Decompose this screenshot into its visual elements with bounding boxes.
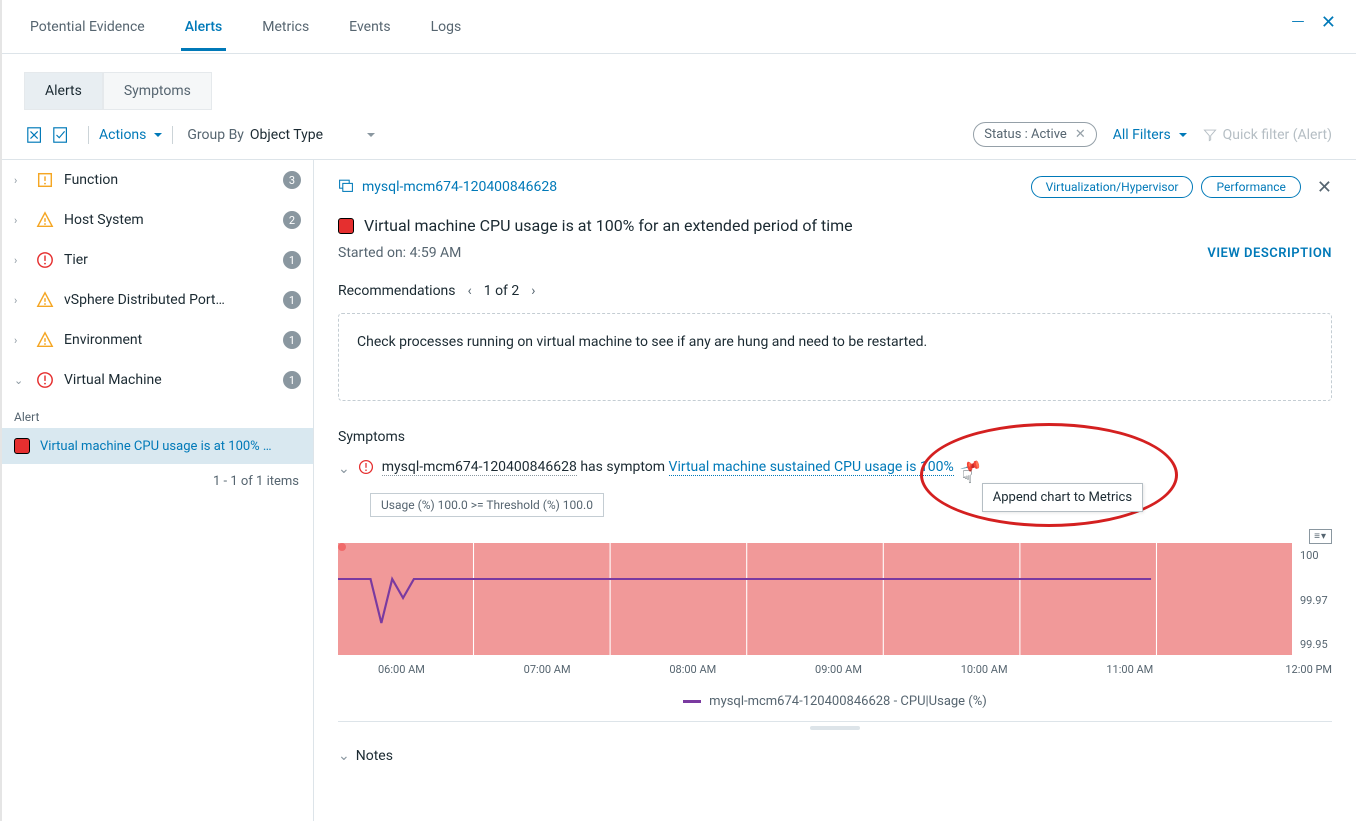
- alert-list-item[interactable]: Virtual machine CPU usage is at 100% …: [2, 428, 313, 464]
- reco-prev-icon[interactable]: ‹: [468, 283, 472, 299]
- symptom-link[interactable]: Virtual machine sustained CPU usage is 1…: [669, 459, 954, 476]
- legend-swatch: [683, 700, 701, 703]
- error-icon: [358, 459, 374, 479]
- warning-icon: [36, 211, 54, 229]
- recommendation-card: Check processes running on virtual machi…: [338, 313, 1332, 401]
- object-name-link[interactable]: mysql-mcm674-120400846628: [362, 179, 557, 195]
- tree-label: Function: [64, 172, 283, 188]
- toolbar: Actions Group By Object Type Status : Ac…: [2, 110, 1356, 160]
- chart-y-axis: 100 99.97 99.95: [1292, 543, 1332, 655]
- tooltip: Append chart to Metrics: [982, 483, 1143, 512]
- primary-tabs: Potential Evidence Alerts Metrics Events…: [2, 0, 1356, 54]
- critical-icon: [338, 218, 354, 234]
- minimize-icon[interactable]: —: [1291, 12, 1305, 33]
- pin-icon[interactable]: 📌: [959, 456, 982, 479]
- quick-filter[interactable]: Quick filter (Alert): [1203, 127, 1332, 143]
- subtab-symptoms[interactable]: Symptoms: [103, 72, 212, 110]
- detail-panel: mysql-mcm674-120400846628 Virtualization…: [314, 160, 1356, 821]
- alert-section-header: Alert: [2, 400, 313, 428]
- reco-page-indicator: 1 of 2: [484, 283, 520, 299]
- symptom-text: mysql-mcm674-120400846628 has symptom Vi…: [382, 459, 954, 475]
- warning-icon: [36, 171, 54, 189]
- chevron-down-icon: ⌄: [14, 374, 32, 387]
- select-all-icon[interactable]: [52, 126, 70, 144]
- chart-plot[interactable]: [338, 543, 1292, 655]
- tree-label: Virtual Machine: [64, 372, 283, 388]
- tree-label: Host System: [64, 212, 283, 228]
- warning-icon: [36, 331, 54, 349]
- count-badge: 1: [283, 331, 301, 349]
- chart-menu-icon[interactable]: ≡▾: [1309, 529, 1332, 544]
- warning-icon: [36, 291, 54, 309]
- chevron-right-icon: ›: [14, 174, 32, 187]
- filter-chip-status[interactable]: Status : Active✕: [973, 122, 1096, 147]
- alert-item-label: Virtual machine CPU usage is at 100% …: [40, 439, 272, 454]
- subtab-alerts[interactable]: Alerts: [24, 72, 103, 110]
- groupby-label: Group By: [187, 127, 244, 143]
- recommendation-text: Check processes running on virtual machi…: [357, 334, 927, 350]
- chart-legend: mysql-mcm674-120400846628 - CPU|Usage (%…: [338, 694, 1332, 709]
- groupby-select[interactable]: Object Type: [250, 127, 375, 143]
- tab-logs[interactable]: Logs: [427, 3, 466, 51]
- chevron-right-icon: ›: [14, 254, 32, 267]
- error-icon: [36, 371, 54, 389]
- tab-potential-evidence[interactable]: Potential Evidence: [26, 3, 149, 51]
- tree-item-tier[interactable]: › Tier 1: [2, 240, 313, 280]
- notes-label: Notes: [356, 748, 393, 764]
- tree-label: Tier: [64, 252, 283, 268]
- tag-virtualization[interactable]: Virtualization/Hypervisor: [1031, 176, 1194, 198]
- critical-icon: [14, 438, 30, 454]
- close-detail-icon[interactable]: ✕: [1317, 177, 1332, 198]
- chevron-down-icon[interactable]: ⌄: [338, 459, 350, 477]
- count-badge: 1: [283, 291, 301, 309]
- chart-container: ≡▾: [338, 543, 1332, 709]
- tree-label: Environment: [64, 332, 283, 348]
- sidebar: › Function 3 › Host System 2 › Tier 1 › …: [2, 160, 314, 821]
- threshold-chip: Usage (%) 100.0 >= Threshold (%) 100.0: [370, 493, 604, 517]
- recommendations-label: Recommendations: [338, 283, 456, 299]
- divider: [338, 721, 1332, 722]
- count-badge: 1: [283, 251, 301, 269]
- chevron-right-icon: ›: [14, 294, 32, 307]
- chevron-right-icon: ›: [14, 214, 32, 227]
- export-icon[interactable]: [26, 126, 44, 144]
- tree-item-virtual-machine[interactable]: ⌄ Virtual Machine 1: [2, 360, 313, 400]
- tab-alerts[interactable]: Alerts: [181, 3, 227, 51]
- secondary-tabs: Alerts Symptoms: [2, 54, 1356, 110]
- close-icon[interactable]: ✕: [1321, 12, 1336, 33]
- count-badge: 1: [283, 371, 301, 389]
- count-badge: 3: [283, 171, 301, 189]
- chevron-down-icon: ⌄: [338, 748, 350, 764]
- reco-next-icon[interactable]: ›: [531, 283, 535, 299]
- actions-menu[interactable]: Actions: [99, 127, 162, 143]
- tree-label: vSphere Distributed Port…: [64, 292, 283, 308]
- notes-section[interactable]: ⌄ Notes: [314, 730, 1356, 782]
- count-badge: 2: [283, 211, 301, 229]
- tree-item-vsphere-port[interactable]: › vSphere Distributed Port… 1: [2, 280, 313, 320]
- all-filters-link[interactable]: All Filters: [1113, 127, 1187, 143]
- tree-item-function[interactable]: › Function 3: [2, 160, 313, 200]
- remove-filter-icon[interactable]: ✕: [1075, 127, 1086, 142]
- symptoms-heading: Symptoms: [338, 429, 1332, 445]
- vm-icon: [338, 177, 354, 197]
- view-description-link[interactable]: VIEW DESCRIPTION: [1207, 246, 1332, 261]
- tree-item-host-system[interactable]: › Host System 2: [2, 200, 313, 240]
- alert-title: Virtual machine CPU usage is at 100% for…: [364, 216, 853, 235]
- pagination-info: 1 - 1 of 1 items: [2, 464, 313, 499]
- chart-x-axis: 06:00 AM 07:00 AM 08:00 AM 09:00 AM 10:0…: [338, 663, 1332, 676]
- started-on-label: Started on: 4:59 AM: [338, 245, 461, 261]
- tag-performance[interactable]: Performance: [1201, 176, 1300, 198]
- error-icon: [36, 251, 54, 269]
- separator: [172, 126, 173, 144]
- separator: [88, 126, 89, 144]
- chevron-right-icon: ›: [14, 334, 32, 347]
- tab-metrics[interactable]: Metrics: [258, 3, 313, 51]
- tree-item-environment[interactable]: › Environment 1: [2, 320, 313, 360]
- tab-events[interactable]: Events: [345, 3, 394, 51]
